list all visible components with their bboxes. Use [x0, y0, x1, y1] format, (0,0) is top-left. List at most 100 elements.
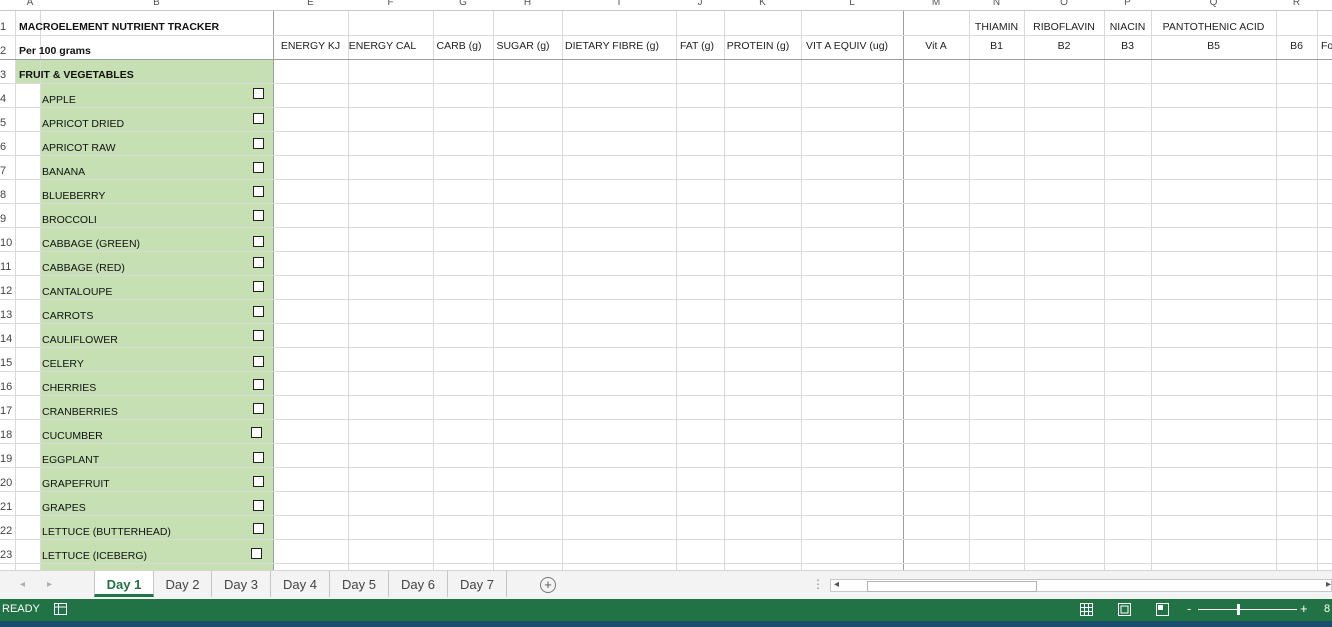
food-checkbox[interactable]	[251, 427, 262, 438]
column-header-a[interactable]: A	[20, 0, 40, 8]
header-sugar[interactable]: SUGAR (g)	[493, 40, 553, 52]
tab-splitter-handle[interactable]: ⋮	[812, 577, 824, 591]
header-vit-a[interactable]: Vit A	[903, 40, 969, 52]
food-name[interactable]: GRAPEFRUIT	[42, 478, 110, 490]
row-number[interactable]: 23	[0, 549, 14, 561]
tab-day-4[interactable]: Day 4	[271, 571, 330, 597]
tab-scroll-right-button[interactable]: ▸	[47, 579, 52, 590]
normal-view-icon[interactable]	[1080, 603, 1093, 619]
food-name[interactable]: CARROTS	[42, 310, 93, 322]
food-name[interactable]: CRANBERRIES	[42, 406, 118, 418]
column-header-j[interactable]: J	[676, 0, 724, 8]
food-name[interactable]: BANANA	[42, 166, 85, 178]
scroll-right-icon[interactable]: ▸	[1326, 579, 1331, 590]
food-name[interactable]: APPLE	[42, 94, 76, 106]
food-name[interactable]: EGGPLANT	[42, 454, 99, 466]
row-number[interactable]: 19	[0, 453, 14, 465]
row-number[interactable]: 2	[0, 45, 14, 57]
header-b5[interactable]: B5	[1151, 40, 1276, 52]
food-checkbox[interactable]	[251, 548, 262, 559]
column-header-q[interactable]: Q	[1151, 0, 1276, 8]
column-header-l[interactable]: L	[801, 0, 903, 8]
row-number[interactable]: 15	[0, 357, 14, 369]
food-checkbox[interactable]	[253, 257, 264, 268]
tab-day-2[interactable]: Day 2	[154, 571, 212, 597]
column-header-r[interactable]: R	[1276, 0, 1317, 8]
food-checkbox[interactable]	[253, 523, 264, 534]
zoom-in-button[interactable]: +	[1300, 601, 1308, 616]
tab-scroll-left-button[interactable]: ◂	[20, 579, 25, 590]
column-header-g[interactable]: G	[433, 0, 493, 8]
row-number[interactable]: 3	[0, 69, 14, 81]
food-checkbox[interactable]	[253, 306, 264, 317]
food-name[interactable]: GRAPES	[42, 502, 86, 514]
row-number[interactable]: 14	[0, 333, 14, 345]
header-b1[interactable]: B1	[969, 40, 1024, 52]
row-number[interactable]: 10	[0, 237, 14, 249]
add-sheet-icon[interactable]: +	[540, 577, 556, 593]
column-header-h[interactable]: H	[493, 0, 562, 8]
row-number[interactable]: 17	[0, 405, 14, 417]
food-checkbox[interactable]	[253, 403, 264, 414]
row-number[interactable]: 16	[0, 381, 14, 393]
scrollbar-thumb[interactable]	[867, 581, 1037, 592]
column-header-e[interactable]: E	[273, 0, 348, 8]
row-number[interactable]: 7	[0, 165, 14, 177]
category-heading[interactable]: FRUIT & VEGETABLES	[19, 69, 134, 81]
sheet-subtitle[interactable]: Per 100 grams	[19, 45, 91, 57]
food-checkbox[interactable]	[253, 88, 264, 99]
food-checkbox[interactable]	[253, 138, 264, 149]
row-number[interactable]: 6	[0, 141, 14, 153]
column-header-m[interactable]: M	[903, 0, 969, 8]
header-riboflavin[interactable]: RIBOFLAVIN	[1024, 21, 1104, 33]
header-niacin[interactable]: NIACIN	[1104, 21, 1151, 33]
food-name[interactable]: LETTUCE (BUTTERHEAD)	[42, 526, 171, 538]
row-number[interactable]: 9	[0, 213, 14, 225]
zoom-slider-track[interactable]	[1198, 609, 1297, 610]
header-vit-a-equiv[interactable]: VIT A EQUIV (ug)	[801, 40, 893, 52]
food-name[interactable]: CELERY	[42, 358, 84, 370]
header-pantothenic-acid[interactable]: PANTOTHENIC ACID	[1151, 21, 1276, 33]
food-name[interactable]: LETTUCE (ICEBERG)	[42, 550, 147, 562]
food-checkbox[interactable]	[253, 356, 264, 367]
food-checkbox[interactable]	[253, 330, 264, 341]
column-header-n[interactable]: N	[969, 0, 1024, 8]
zoom-slider-thumb[interactable]	[1237, 604, 1240, 615]
tab-day-7[interactable]: Day 7	[448, 571, 507, 597]
row-number[interactable]: 12	[0, 285, 14, 297]
header-carb[interactable]: CARB (g)	[433, 40, 485, 52]
column-header-o[interactable]: O	[1024, 0, 1104, 8]
food-checkbox[interactable]	[253, 113, 264, 124]
row-number[interactable]: 5	[0, 117, 14, 129]
row-number[interactable]: 20	[0, 477, 14, 489]
column-header-k[interactable]: K	[724, 0, 801, 8]
page-break-view-icon[interactable]	[1156, 603, 1169, 619]
food-checkbox[interactable]	[253, 281, 264, 292]
food-checkbox[interactable]	[253, 210, 264, 221]
header-energy-cal[interactable]: ENERGY CAL	[348, 40, 417, 52]
food-name[interactable]: CABBAGE (GREEN)	[42, 238, 140, 250]
row-number[interactable]: 8	[0, 189, 14, 201]
food-checkbox[interactable]	[253, 379, 264, 390]
column-header-f[interactable]: F	[348, 0, 433, 8]
row-number[interactable]: 18	[0, 429, 14, 441]
tab-day-5[interactable]: Day 5	[330, 571, 389, 597]
row-number[interactable]: 21	[0, 501, 14, 513]
food-name[interactable]: BLUEBERRY	[42, 190, 105, 202]
food-name[interactable]: CAULIFLOWER	[42, 334, 118, 346]
sheet-title[interactable]: MACROELEMENT NUTRIENT TRACKER	[19, 21, 219, 33]
header-b3[interactable]: B3	[1104, 40, 1151, 52]
zoom-level[interactable]: 8	[1324, 603, 1330, 615]
food-name[interactable]: CABBAGE (RED)	[42, 262, 125, 274]
tab-day-1[interactable]: Day 1	[94, 571, 154, 597]
spreadsheet-grid[interactable]: A B E F G H I J K L M N O P Q R 1 2 3 4 …	[0, 0, 1332, 570]
tab-day-6[interactable]: Day 6	[389, 571, 448, 597]
food-name[interactable]: APRICOT RAW	[42, 142, 116, 154]
scroll-left-icon[interactable]: ◂	[834, 579, 839, 590]
horizontal-scrollbar[interactable]: ◂ ▸	[830, 579, 1332, 592]
food-name[interactable]: CHERRIES	[42, 382, 96, 394]
header-dietary-fibre[interactable]: DIETARY FIBRE (g)	[562, 40, 662, 52]
row-number[interactable]: 13	[0, 309, 14, 321]
tab-day-3[interactable]: Day 3	[212, 571, 271, 597]
header-b2[interactable]: B2	[1024, 40, 1104, 52]
